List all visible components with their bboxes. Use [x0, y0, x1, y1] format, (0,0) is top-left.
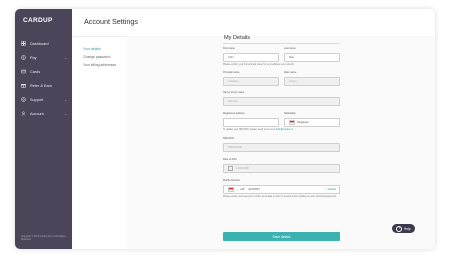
chevron-down-icon: ⌄ — [64, 111, 67, 116]
last-name-label: Last name — [284, 47, 296, 50]
hanyu-pinyin-label: Hanyu pinyin name — [223, 91, 245, 94]
sidebar-item-cards[interactable]: Cards — [21, 67, 69, 76]
sidebar-item-label: Dashboard — [30, 41, 49, 46]
name-note: Please confirm your first and last name … — [223, 64, 295, 66]
mobile-label: Mobile Number — [223, 179, 240, 182]
nric-label: NRIC/FIN — [223, 137, 234, 140]
nric-input[interactable]: S9812345D — [223, 143, 340, 152]
chevron-down-icon: ⌄ — [64, 97, 67, 102]
registered-address-label: Registered address — [223, 112, 245, 115]
mobile-number-value: 91234567 — [248, 188, 260, 191]
support-icon — [21, 97, 26, 102]
sidebar-item-pay[interactable]: $ Pay ⌄ — [21, 53, 69, 62]
sidebar-item-label: Support — [30, 97, 44, 102]
sidebar-item-label: Refer & Earn — [30, 83, 52, 88]
first-name-label: First name — [223, 47, 235, 50]
help-label: Help — [403, 226, 411, 231]
chevron-down-icon: ⌄ — [236, 189, 238, 191]
sidebar-copyright: Copyright © 2021 CardUp Pte Ltd All Righ… — [21, 236, 66, 242]
sidebar: CARDUP Dashboard $ Pay ⌄ Cards Refer & E… — [15, 9, 72, 249]
account-icon — [21, 111, 26, 116]
dob-value: 12/06/1986 — [236, 167, 249, 170]
sidebar-item-dashboard[interactable]: Dashboard — [21, 39, 69, 48]
dashboard-icon — [21, 41, 26, 46]
help-button[interactable]: ? Help — [392, 224, 415, 233]
save-details-button[interactable]: Save details — [223, 232, 340, 241]
principal-name-label: Principal name — [223, 71, 240, 74]
pay-icon: $ — [21, 55, 26, 60]
update-note: To update your NRIC/FIN, please reach ou… — [223, 129, 340, 132]
sidebar-item-label: Pay — [30, 55, 37, 60]
dob-input[interactable]: 12/06/1986 — [223, 164, 340, 173]
hanyu-pinyin-input[interactable]: Wei Jian — [223, 97, 340, 106]
support-email-link[interactable]: hello@cardup.co — [276, 129, 293, 131]
principal-name-input[interactable]: Jonathan — [223, 77, 279, 86]
first-name-input[interactable]: John — [223, 53, 279, 62]
settings-subnav: Your details Change password Your billin… — [83, 45, 116, 69]
card-icon — [21, 69, 26, 74]
sidebar-item-support[interactable]: Support ⌄ — [21, 95, 69, 104]
mobile-input[interactable]: ⌄ +65 91234567 ✓ Verified — [223, 185, 340, 194]
app-window: CARDUP Dashboard $ Pay ⌄ Cards Refer & E… — [15, 9, 435, 249]
nationality-label: Nationality — [284, 112, 296, 115]
subnav-billing-addresses[interactable]: Your billing addresses — [83, 61, 116, 69]
gift-icon — [21, 83, 26, 88]
calendar-icon — [228, 166, 233, 171]
section-divider — [223, 43, 340, 44]
sidebar-item-refer[interactable]: Refer & Earn — [21, 81, 69, 90]
chevron-down-icon: ⌄ — [64, 55, 67, 60]
singapore-flag-icon — [289, 120, 295, 125]
cardup-logo[interactable]: CARDUP — [23, 17, 53, 24]
subnav-your-details[interactable]: Your details — [83, 45, 116, 53]
help-icon: ? — [396, 225, 403, 232]
dob-label: Date of birth — [223, 158, 237, 161]
subnav-change-password[interactable]: Change password — [83, 53, 116, 61]
nationality-value: Singapore — [297, 121, 309, 124]
singapore-flag-icon — [228, 187, 234, 192]
country-code: +65 — [239, 188, 245, 191]
section-title: My Details — [224, 35, 251, 41]
verified-badge: ✓ Verified — [324, 188, 336, 191]
nationality-select[interactable]: Singapore — [284, 118, 340, 127]
alias-name-label: Alias name — [284, 71, 297, 74]
svg-text:$: $ — [23, 56, 25, 60]
sidebar-item-label: Account — [30, 111, 44, 116]
update-note-text: To update your NRIC/FIN, please reach ou… — [223, 129, 276, 131]
last-name-input[interactable]: Doe — [284, 53, 340, 62]
page-title: Account Settings — [84, 17, 138, 26]
sidebar-item-account[interactable]: Account ⌄ — [21, 109, 69, 118]
sidebar-item-label: Cards — [30, 69, 41, 74]
alias-name-input[interactable]: Johnny — [284, 77, 340, 86]
mobile-note: Please ensure you keep your number up-to… — [223, 196, 337, 198]
registered-address-input[interactable] — [223, 118, 279, 127]
